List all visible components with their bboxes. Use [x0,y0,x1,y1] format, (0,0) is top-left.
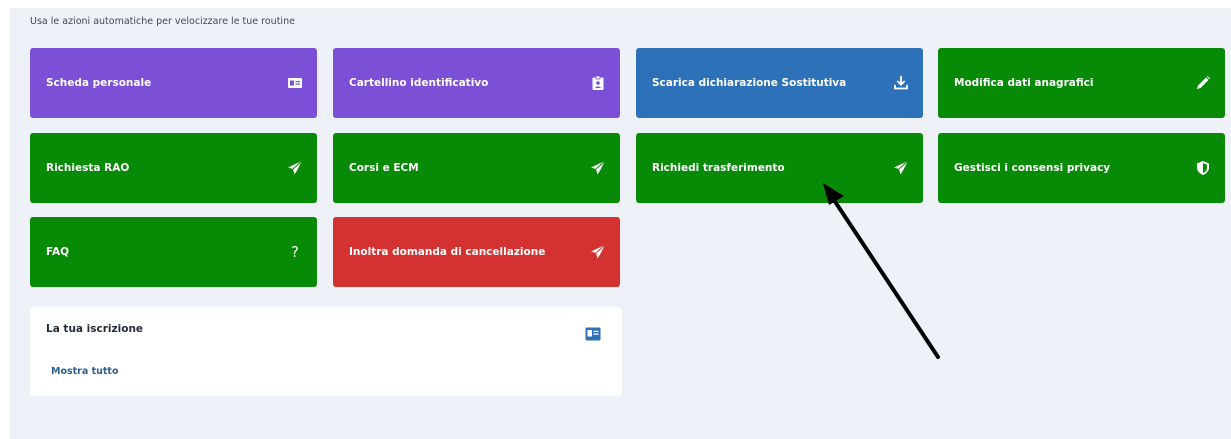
tile-label: Modifica dati anagrafici [954,77,1094,89]
id-card-icon [287,75,303,91]
mostra-tutto-link[interactable]: Mostra tutto [51,366,119,377]
tile-label: FAQ [46,246,70,258]
tile-label: Inoltra domanda di cancellazione [349,246,546,258]
tile-label: Scheda personale [46,77,152,89]
paper-plane-icon [590,160,606,176]
tile-inoltra-cancellazione[interactable]: Inoltra domanda di cancellazione [333,217,620,287]
tile-faq[interactable]: FAQ ? [30,217,317,287]
pencil-icon [1195,75,1211,91]
card-title: La tua iscrizione [46,323,144,335]
id-badge-icon [590,75,606,91]
question-icon: ? [291,243,299,261]
tile-cartellino-identificativo[interactable]: Cartellino identificativo [333,48,620,118]
iscrizione-card: La tua iscrizione Mostra tutto [30,307,622,396]
tile-corsi-ecm[interactable]: Corsi e ECM [333,133,620,203]
download-icon [893,75,909,91]
tile-richiedi-trasferimento[interactable]: Richiedi trasferimento [636,133,923,203]
paper-plane-icon [590,244,606,260]
tile-label: Corsi e ECM [349,162,419,174]
tile-richiesta-rao[interactable]: Richiesta RAO [30,133,317,203]
tile-label: Richiedi trasferimento [652,162,785,174]
paper-plane-icon [893,160,909,176]
tile-label: Gestisci i consensi privacy [954,162,1111,174]
shield-icon [1195,160,1211,176]
tile-scheda-personale[interactable]: Scheda personale [30,48,317,118]
id-card-icon [585,327,601,341]
tile-label: Richiesta RAO [46,162,130,174]
paper-plane-icon [287,160,303,176]
tile-label: Scarica dichiarazione Sostitutiva [652,77,847,89]
tile-gestisci-consensi-privacy[interactable]: Gestisci i consensi privacy [938,133,1225,203]
tile-modifica-dati-anagrafici[interactable]: Modifica dati anagrafici [938,48,1225,118]
tile-scarica-dichiarazione[interactable]: Scarica dichiarazione Sostitutiva [636,48,923,118]
tile-label: Cartellino identificativo [349,77,489,89]
page-subtitle: Usa le azioni automatiche per velocizzar… [30,16,295,27]
